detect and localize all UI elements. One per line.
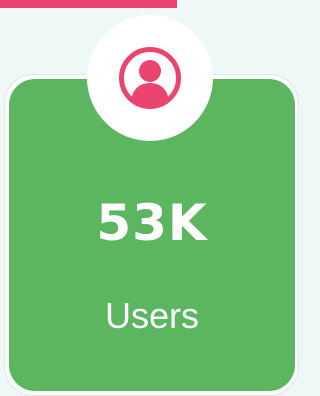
accent-bar bbox=[0, 0, 177, 8]
user-circle-icon bbox=[119, 47, 181, 109]
avatar bbox=[87, 15, 213, 141]
stat-value: 53K bbox=[96, 194, 208, 252]
stat-label: Users bbox=[104, 295, 199, 336]
